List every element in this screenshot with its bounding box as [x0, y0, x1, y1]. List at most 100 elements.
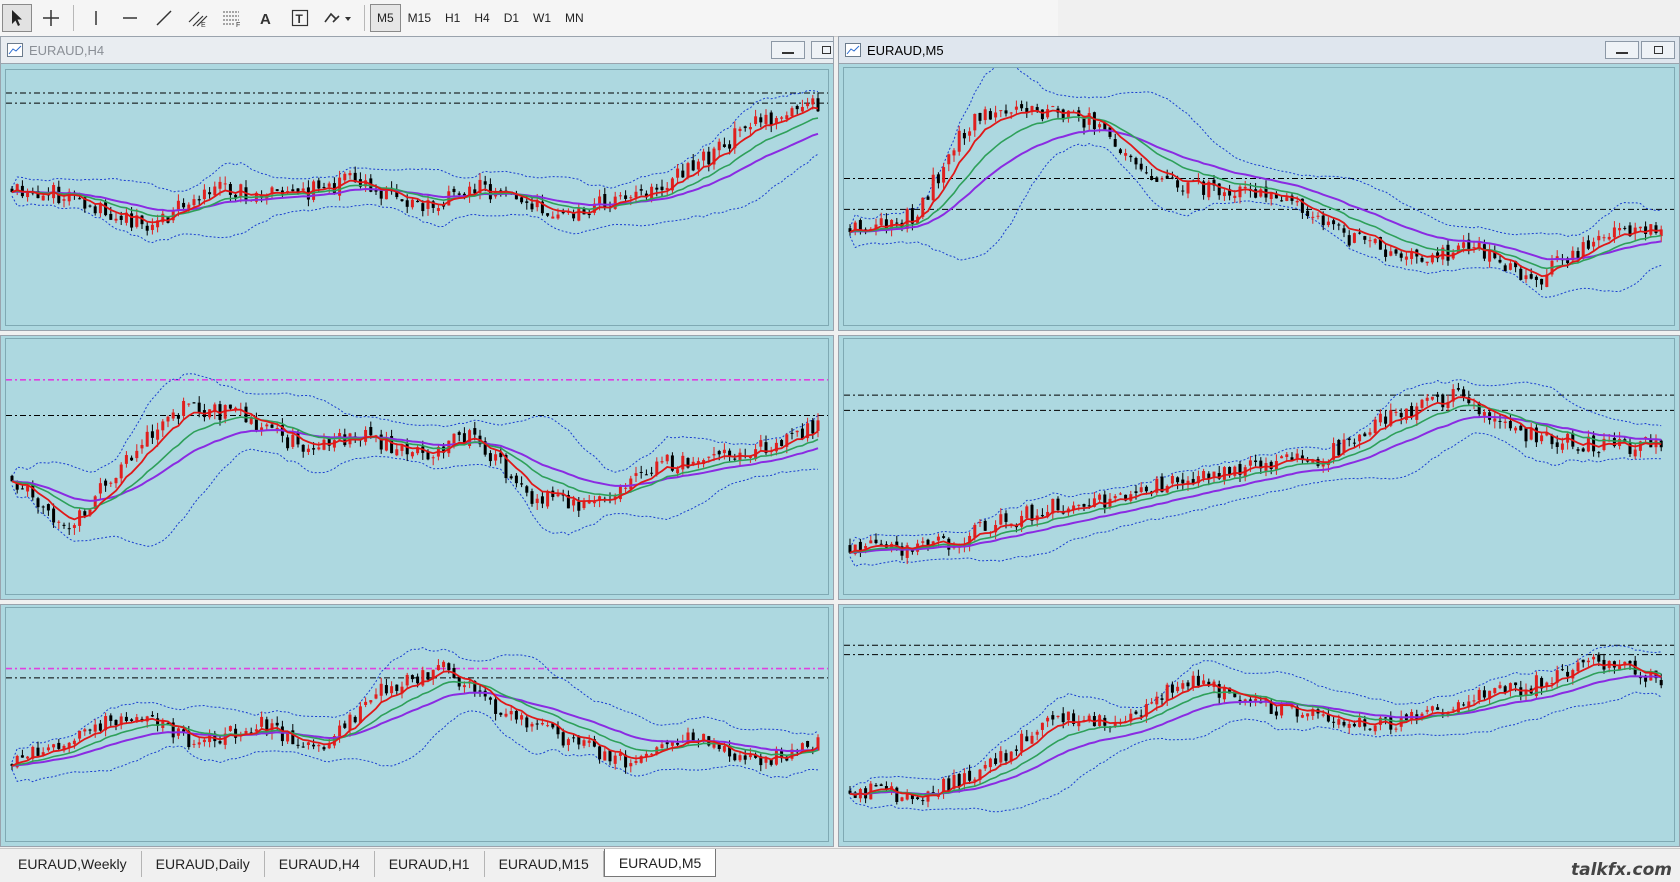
candle-body [166, 416, 170, 422]
candle-body [1592, 656, 1596, 660]
timeframe-w1-button[interactable]: W1 [526, 4, 558, 32]
candle-body [436, 208, 440, 211]
moving-average-slow [849, 415, 1662, 554]
chart-plot-area[interactable] [5, 338, 829, 595]
chart-plot-area[interactable] [843, 338, 1675, 595]
candle-body [577, 207, 581, 221]
chart-plot-area[interactable] [843, 67, 1675, 326]
candle-body [78, 198, 82, 200]
text-label-tool-button[interactable]: T [285, 4, 315, 32]
candle-body [1503, 421, 1507, 423]
candle-body [717, 141, 721, 151]
candle-body [1061, 713, 1065, 723]
candle-body [156, 429, 160, 440]
timeframe-mn-button[interactable]: MN [558, 4, 591, 32]
candle-body [1092, 112, 1096, 130]
chart-window-euraud-h4[interactable]: EURAUD,H4 [0, 36, 834, 331]
channel-tool-button[interactable]: E [183, 4, 213, 32]
candle-body [504, 713, 508, 717]
candle-body [999, 110, 1003, 112]
chart-window-middle-right[interactable] [838, 335, 1680, 600]
shapes-menu-button[interactable] [319, 4, 357, 32]
chart-tab[interactable]: EURAUD,M5 [603, 849, 717, 877]
candle-body [1337, 224, 1341, 226]
candle-body [1508, 421, 1512, 429]
vertical-line-tool-button[interactable] [81, 4, 111, 32]
chart-window-bottom-left[interactable] [0, 604, 834, 847]
chart-window-titlebar[interactable]: EURAUD,H4 [1, 37, 833, 64]
candle-body [1638, 226, 1642, 229]
timeframe-h1-button[interactable]: H1 [438, 4, 467, 32]
candle-body [312, 448, 316, 450]
moving-average-fast [849, 663, 1662, 798]
candle-body [62, 524, 66, 526]
candle-body [494, 454, 498, 461]
candle-body [1035, 731, 1039, 735]
chart-tab[interactable]: EURAUD,H1 [375, 851, 485, 877]
candle-body [592, 501, 596, 504]
candle-body [988, 758, 992, 768]
chart-plot-area[interactable] [5, 69, 829, 326]
price-chart [6, 647, 828, 783]
candle-body [317, 744, 321, 747]
chart-tab[interactable]: EURAUD,Daily [142, 851, 265, 877]
timeframe-d1-button[interactable]: D1 [497, 4, 526, 32]
chart-tab-bar: EURAUD,Weekly EURAUD,Daily EURAUD,H4 EURAUD… [0, 848, 1680, 882]
candle-body [1358, 717, 1362, 727]
candle-body [1581, 448, 1585, 452]
candle-body [426, 672, 430, 680]
cursor-tool-button[interactable] [2, 4, 32, 32]
timeframe-m5-button[interactable]: M5 [370, 4, 401, 32]
candle-body [1118, 493, 1122, 495]
candle-body [1134, 711, 1138, 714]
candle-body [1332, 721, 1336, 723]
crosshair-tool-button[interactable] [36, 4, 66, 32]
fibonacci-tool-button[interactable]: F [217, 4, 247, 32]
candle-body [1420, 399, 1424, 408]
candle-body [1004, 753, 1008, 761]
chart-tab[interactable]: EURAUD,Weekly [4, 851, 142, 877]
candle-body [1597, 654, 1601, 662]
minimize-button[interactable] [1605, 41, 1639, 59]
chart-tab[interactable]: EURAUD,M15 [485, 851, 604, 877]
candle-body [572, 499, 576, 506]
candle-body [795, 106, 799, 110]
candle-body [72, 525, 76, 528]
chart-window-titlebar[interactable]: EURAUD,M5 [839, 37, 1679, 64]
candle-body [509, 476, 513, 479]
chart-window-bottom-right[interactable] [838, 604, 1680, 847]
minimize-button[interactable] [771, 41, 805, 59]
candle-body [1410, 252, 1414, 259]
text-tool-button[interactable]: A [251, 4, 281, 32]
candle-body [921, 800, 925, 802]
candle-body [957, 130, 961, 152]
candle-body [916, 797, 920, 800]
candle-body [150, 715, 154, 717]
candle-body [707, 456, 711, 458]
candle-body [722, 746, 726, 752]
chart-window-euraud-m5[interactable]: EURAUD,M5 [838, 36, 1680, 331]
candle-body [182, 400, 186, 416]
chart-plot-area[interactable] [5, 607, 829, 842]
chart-tab[interactable]: EURAUD,H4 [265, 851, 375, 877]
trendline-tool-button[interactable] [149, 4, 179, 32]
candle-body [931, 174, 935, 201]
candle-body [686, 163, 690, 178]
candle-body [62, 199, 66, 201]
timeframe-m15-button[interactable]: M15 [401, 4, 438, 32]
candle-body [1280, 200, 1284, 202]
candle-body [936, 536, 940, 541]
candle-body [895, 222, 899, 224]
horizontal-line-tool-button[interactable] [115, 4, 145, 32]
candle-body [1046, 109, 1050, 118]
candle-body [644, 474, 648, 476]
candle-body [36, 747, 40, 756]
timeframe-h4-button[interactable]: H4 [467, 4, 496, 32]
candle-body [1436, 394, 1440, 397]
restore-button[interactable] [811, 41, 833, 59]
candle-body [660, 461, 664, 463]
restore-button[interactable] [1641, 41, 1675, 59]
chart-plot-area[interactable] [843, 607, 1675, 842]
candle-body [869, 540, 873, 544]
chart-window-middle-left[interactable] [0, 335, 834, 600]
